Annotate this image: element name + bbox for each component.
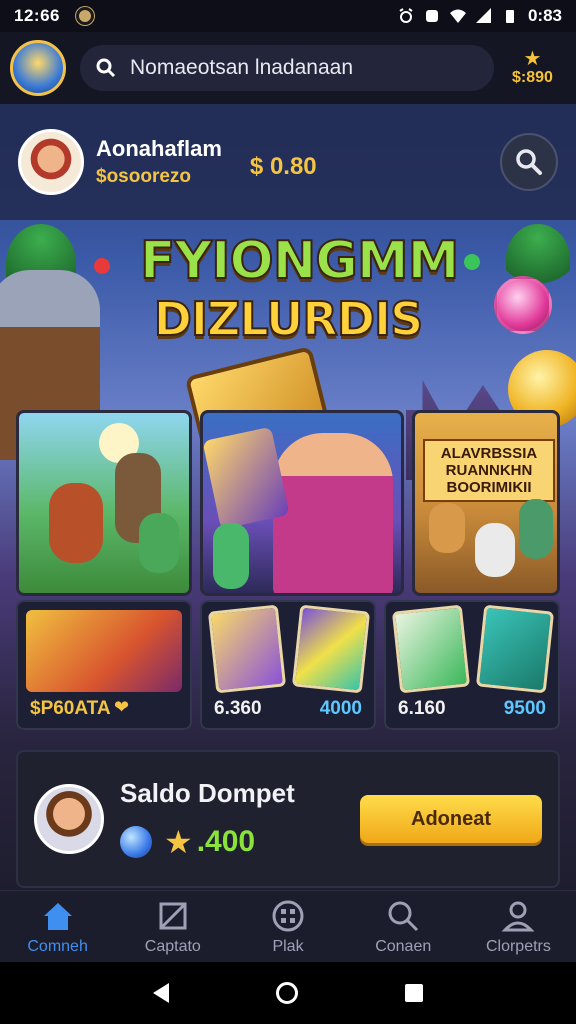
alarm-icon [399, 8, 413, 23]
bottom-nav: Comneh Captato Plak Conaen Clorpetrs [0, 890, 576, 962]
wallet-balance: ★ .400 [120, 823, 295, 861]
profile-sub: $osoorezo [96, 166, 192, 187]
wifi-icon [449, 9, 466, 23]
status-time: 12:66 [14, 6, 60, 25]
main-panel: Aonahaflam $osoorezo $ 0.80 FYIONGMM DIZ… [0, 104, 576, 890]
search-icon [516, 149, 542, 175]
bear-character [475, 523, 515, 577]
shop-item-1[interactable]: $P60ATA ❤ [16, 600, 192, 730]
promo-text: ALAVRBSSIA RUANNKHN BOORIMIKII [423, 439, 555, 502]
status-bar: 12:66 0:83 [0, 0, 576, 32]
hero-character [273, 433, 393, 593]
header-coins-value: $:890 [512, 69, 553, 86]
search-icon [96, 58, 116, 78]
cat-character [519, 499, 553, 559]
notification-icon [75, 7, 94, 25]
gamepad-icon [272, 900, 304, 931]
profile-icon [501, 901, 535, 931]
system-nav-bar [0, 962, 576, 1024]
wallet-action-button[interactable]: Adoneat [360, 795, 542, 843]
search-button[interactable] [500, 133, 558, 191]
home-icon [43, 902, 72, 930]
rainbow-card-art [291, 604, 371, 694]
wallet-info: Saldo Dompet ★ .400 [120, 778, 295, 861]
profile-coins: $ 0.80 [249, 153, 317, 180]
nav-label: Plak [272, 937, 304, 955]
shop-item-2[interactable]: 6.360 4000 [200, 600, 376, 730]
shop-item-price-alt: 9500 [503, 698, 546, 719]
game-title-line1: FYIONGMM [139, 231, 460, 291]
gold-card-art [207, 604, 287, 694]
status-icons: 0:83 [398, 6, 562, 26]
nav-label: Conaen [375, 937, 432, 955]
nfc-icon [425, 10, 438, 22]
shop-item-price-alt: 4000 [319, 698, 362, 719]
status-battery-text: 0:83 [527, 6, 562, 25]
battery-icon [505, 10, 514, 23]
green-card-art [391, 604, 471, 694]
profile-text: Aonahaflam $osoorezo [96, 136, 222, 188]
nav-label: Captato [144, 937, 201, 955]
back-icon[interactable] [153, 983, 170, 1003]
shop-item-price: 6.360 [214, 698, 262, 719]
wallet-card: Saldo Dompet ★ .400 Adoneat [16, 750, 560, 888]
nav-item-profile[interactable]: Clorpetrs [461, 891, 576, 962]
nav-item-play[interactable]: Plak [230, 891, 345, 962]
nav-item-capture[interactable]: Captato [115, 891, 230, 962]
green-gem-icon [464, 254, 480, 270]
crop-icon [159, 902, 187, 929]
card-fan-illustration [203, 426, 290, 530]
coins-icon: ★ [523, 48, 542, 70]
search-text: Nomaeotsan lnadanaan [130, 56, 354, 79]
header-coins[interactable]: ★ $:890 [512, 49, 553, 87]
shop-item-price: 6.160 [398, 698, 446, 719]
app-header: Nomaeotsan lnadanaan ★ $:890 [0, 32, 576, 104]
shop-item-3[interactable]: 6.160 9500 [384, 600, 560, 730]
pink-gem-icon [494, 276, 552, 334]
featured-card-right[interactable]: ALAVRBSSIA RUANNKHN BOORIMIKII [412, 410, 560, 596]
search-input[interactable]: Nomaeotsan lnadanaan [80, 45, 494, 91]
teal-card-art [475, 604, 555, 694]
game-title-line2: DIZLURDIS [153, 291, 425, 347]
recents-icon[interactable] [404, 984, 423, 1002]
search-icon [388, 901, 419, 931]
nav-item-search[interactable]: Conaen [346, 891, 461, 962]
signal-icon [475, 8, 491, 23]
featured-card-left[interactable] [16, 410, 192, 596]
wallet-balance-value: .400 [196, 824, 256, 858]
elf-character [213, 523, 249, 589]
nav-label: Clorpetrs [485, 937, 551, 955]
shop-item-price: $P60ATA [30, 698, 111, 719]
game-title: FYIONGMM DIZLURDIS [139, 231, 460, 348]
goblin-character [139, 513, 179, 573]
wallet-title: Saldo Dompet [120, 777, 295, 808]
dog-character [429, 503, 465, 553]
orb-icon [120, 825, 152, 858]
heart-icon: ❤ [114, 697, 130, 717]
home-button-icon[interactable] [275, 982, 298, 1004]
profile-strip: Aonahaflam $osoorezo $ 0.80 [0, 104, 576, 220]
app-logo[interactable] [10, 40, 66, 96]
star-icon: ★ [164, 823, 193, 860]
nav-item-home[interactable]: Comneh [0, 891, 115, 962]
avatar[interactable] [18, 129, 84, 195]
featured-card-center[interactable] [200, 410, 404, 596]
fox-character [49, 483, 103, 563]
red-gem-icon [94, 258, 110, 274]
featured-grid: ALAVRBSSIA RUANNKHN BOORIMIKII [16, 410, 560, 596]
animal-pack-art [26, 610, 182, 692]
nav-label: Comneh [27, 937, 88, 955]
profile-name: Aonahaflam [96, 136, 222, 161]
shop-row: $P60ATA ❤ 6.360 4000 6.160 9500 [16, 600, 560, 730]
wallet-avatar [34, 784, 104, 854]
